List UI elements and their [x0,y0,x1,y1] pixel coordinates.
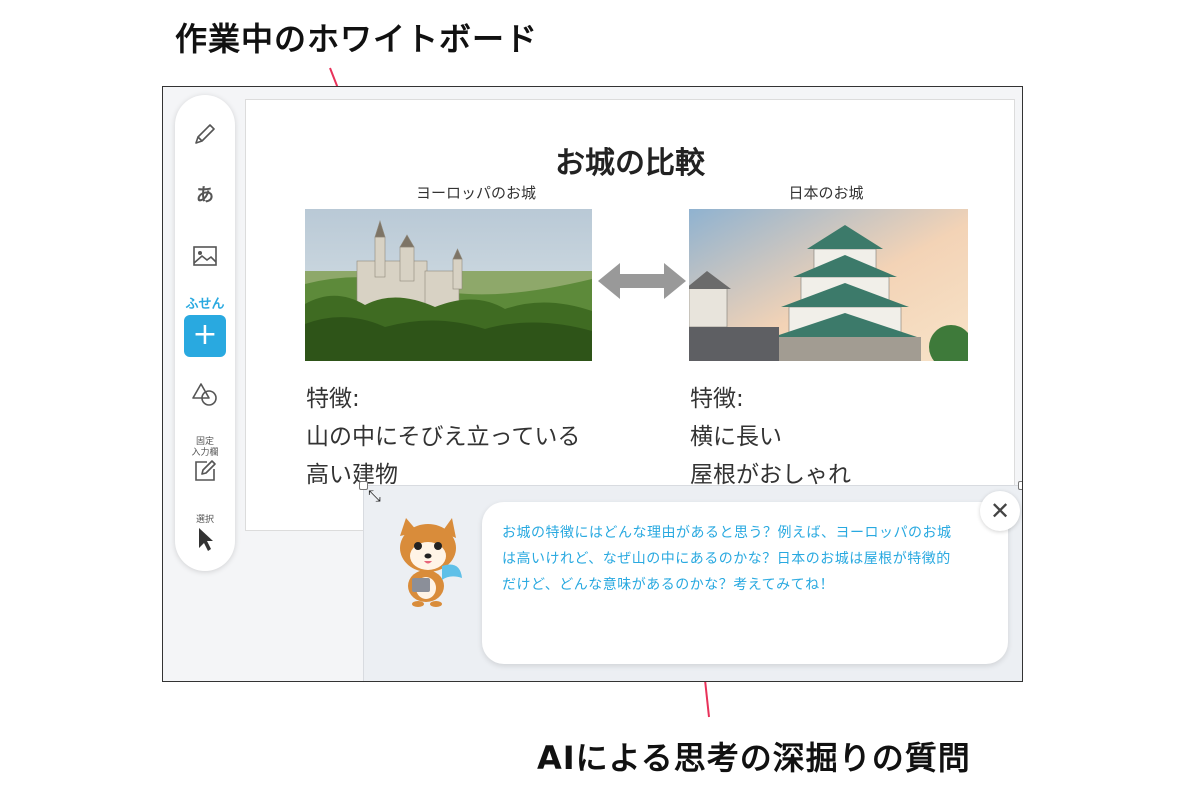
fixed-input-tool-button[interactable]: 固定 入力欄 [175,437,235,483]
select-tool-button[interactable]: 選択 [175,515,235,552]
select-tool-label: 選択 [195,515,214,525]
text-tool-button[interactable]: あ [175,181,235,207]
hiragana-text-icon: あ [196,185,214,206]
ai-question-text: お城の特徴にはどんな理由があると思う？例えば、ヨーロッパのお城は高いけれど、なぜ… [502,525,952,593]
pen-tool-button[interactable] [175,121,235,147]
edit-box-icon [195,460,216,481]
japan-caption[interactable]: 日本のお城 [766,182,886,203]
close-button[interactable]: ✕ [980,491,1020,531]
resize-handle-left[interactable] [359,481,368,490]
ai-question-bubble: お城の特徴にはどんな理由があると思う？例えば、ヨーロッパのお城は高いけれど、なぜ… [482,502,1008,664]
sticky-note-tool[interactable]: ふせん + [175,293,235,357]
annotation-whiteboard-label: 作業中のホワイトボード [175,20,539,58]
resize-handle-right[interactable] [1018,481,1022,490]
image-icon [193,246,217,266]
castle-photo[interactable] [305,209,592,361]
fixed-input-label: 固定 入力欄 [191,437,219,458]
board-title[interactable]: お城の比較 [246,138,1014,182]
ai-question-panel: ⤡ お城の特徴にはどんな理由があると思う？例えば、ヨーロッパのお城は高いけれど、… [359,481,1022,681]
shapes-icon [192,383,217,406]
shiba-dog-mascot [400,518,462,607]
resize-icon[interactable]: ⤡ [368,486,381,506]
double-arrow-icon [598,263,686,299]
plus-icon: + [192,317,218,352]
image-tool-button[interactable] [175,245,235,267]
annotation-ai-question-label: AIによる思考の深掘りの質問 [537,739,971,777]
tool-palette: あ ふせん + 固定 入力欄 選択 [175,95,235,571]
japan-feature-heading: 特徴: [690,386,744,412]
europe-features[interactable]: 特徴: 山の中にそびえ立っている 高い建物 [306,380,580,494]
screenshot-canvas: 作業中のホワイトボード お城の比較 ヨーロッパのお城 日本のお城 特徴: 山の中… [0,0,1200,800]
cursor-icon [199,528,213,551]
europe-feature-line: 山の中にそびえ立っている [306,424,581,450]
europe-feature-heading: 特徴: [306,386,360,412]
shape-tool-button[interactable] [175,381,235,407]
whiteboard-canvas[interactable]: お城の比較 ヨーロッパのお城 日本のお城 特徴: 山の中にそびえ立っている 高い… [245,99,1015,531]
app-window: お城の比較 ヨーロッパのお城 日本のお城 特徴: 山の中にそびえ立っている 高い… [162,86,1023,682]
europe-caption[interactable]: ヨーロッパのお城 [386,182,566,203]
pencil-icon [195,124,215,144]
add-sticky-note-button[interactable]: + [184,315,226,357]
japan-feature-line: 横に長い [690,424,782,450]
close-icon: ✕ [989,497,1011,525]
japan-features[interactable]: 特徴: 横に長い 屋根がおしゃれ [690,380,851,494]
sticky-note-label: ふせん [185,297,225,312]
japanese-castle-photo[interactable] [689,209,968,361]
